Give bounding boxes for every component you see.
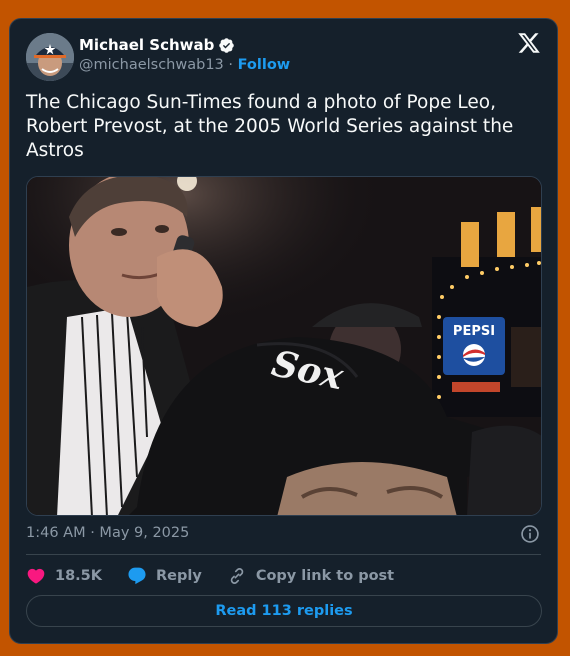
heart-icon	[27, 568, 45, 584]
tweet-text: The Chicago Sun-Times found a photo of P…	[26, 92, 514, 161]
author-handle-line: @michaelschwab13 · Follow	[79, 57, 290, 73]
info-icon[interactable]	[520, 524, 540, 544]
tweet-photo[interactable]: PEPSI Sox	[26, 176, 542, 516]
reply-bubble-icon	[128, 567, 146, 585]
verified-badge-icon	[219, 37, 235, 53]
read-replies-label: Read 113 replies	[215, 603, 353, 619]
embedded-tweet-card: Michael Schwab @michaelschwab13 · Follow…	[9, 18, 558, 644]
x-logo-icon[interactable]	[517, 31, 541, 55]
reply-label: Reply	[156, 568, 202, 584]
read-replies-button[interactable]: Read 113 replies	[26, 595, 542, 627]
link-icon	[230, 568, 244, 584]
tweet-actions: 18.5K Reply Copy link to post	[26, 564, 419, 588]
author-name[interactable]: Michael Schwab	[79, 36, 214, 54]
reply-button[interactable]: Reply	[127, 566, 202, 586]
like-count: 18.5K	[55, 568, 103, 584]
follow-button[interactable]: Follow	[238, 57, 291, 73]
avatar[interactable]	[26, 33, 74, 81]
copy-link-button[interactable]: Copy link to post	[227, 566, 394, 586]
like-button[interactable]: 18.5K	[26, 566, 102, 586]
separator-dot: ·	[228, 57, 233, 73]
scoreboard-sign-text: PEPSI	[453, 324, 495, 339]
tweet-timestamp[interactable]: 1:46 AM · May 9, 2025	[26, 525, 189, 541]
divider	[26, 554, 541, 555]
author-handle[interactable]: @michaelschwab13	[79, 57, 224, 73]
copy-link-label: Copy link to post	[255, 568, 395, 584]
author-name-row[interactable]: Michael Schwab	[79, 36, 235, 54]
